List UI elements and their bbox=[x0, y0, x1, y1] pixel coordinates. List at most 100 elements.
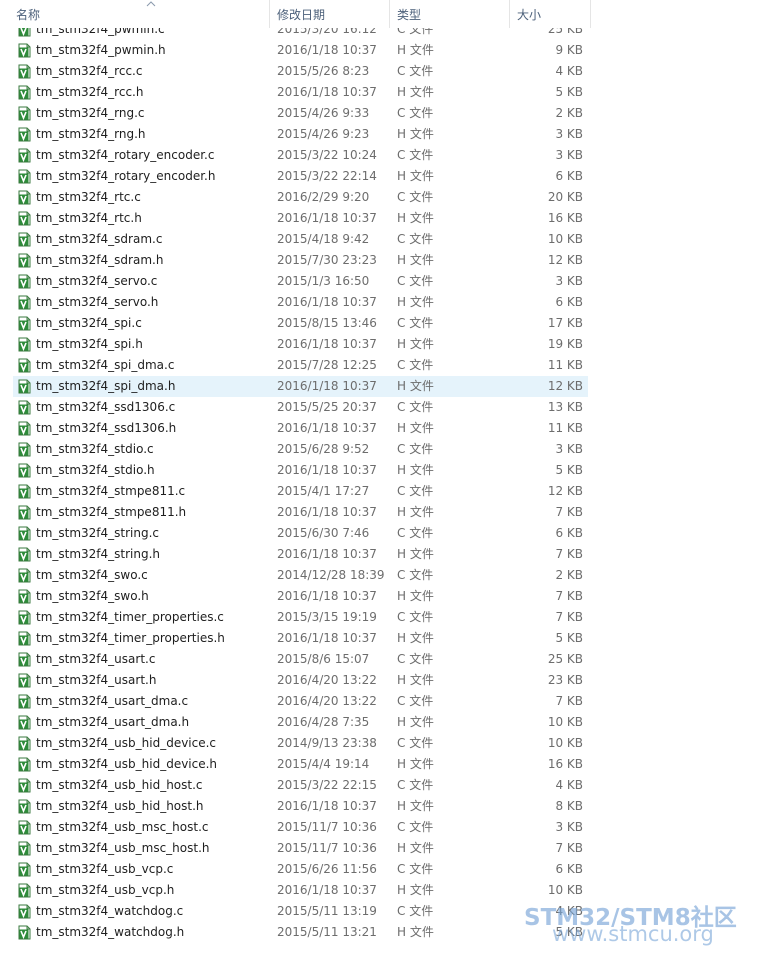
file-name: tm_stm32f4_timer_properties.c bbox=[36, 610, 224, 624]
file-size: 2 KB bbox=[555, 106, 583, 120]
vim-file-icon bbox=[18, 904, 31, 919]
column-header-type[interactable]: 类型 bbox=[392, 0, 510, 28]
file-size: 7 KB bbox=[555, 547, 583, 561]
file-row[interactable]: tm_stm32f4_spi.c 2015/8/15 13:46 C 文件 17 KB bbox=[13, 313, 588, 334]
file-row[interactable]: tm_stm32f4_usb_vcp.c 2015/6/26 11:56 C 文件 6… bbox=[13, 859, 588, 880]
file-type: C 文件 bbox=[397, 232, 434, 246]
vim-file-icon bbox=[18, 589, 31, 604]
vim-file-icon bbox=[18, 64, 31, 79]
file-name: tm_stm32f4_rtc.h bbox=[36, 211, 142, 225]
file-row[interactable]: tm_stm32f4_ssd1306.c 2015/5/25 20:37 C 文件 1… bbox=[13, 397, 588, 418]
file-row[interactable]: tm_stm32f4_ssd1306.h 2016/1/18 10:37 H 文件 1… bbox=[13, 418, 588, 439]
file-row[interactable]: tm_stm32f4_rotary_encoder.c 2015/3/22 10:… bbox=[13, 145, 588, 166]
file-size: 5 KB bbox=[555, 631, 583, 645]
file-row[interactable]: tm_stm32f4_usb_msc_host.c 2015/11/7 10:36… bbox=[13, 817, 588, 838]
file-row[interactable]: tm_stm32f4_string.h 2016/1/18 10:37 H 文件 7 … bbox=[13, 544, 588, 565]
file-row[interactable]: tm_stm32f4_timer_properties.c 2015/3/15 1… bbox=[13, 607, 588, 628]
file-row[interactable]: tm_stm32f4_stdio.h 2016/1/18 10:37 H 文件 5 K… bbox=[13, 460, 588, 481]
file-name: tm_stm32f4_spi.h bbox=[36, 337, 143, 351]
file-name: tm_stm32f4_watchdog.h bbox=[36, 925, 185, 939]
file-row[interactable]: tm_stm32f4_usb_hid_host.h 2016/1/18 10:37… bbox=[13, 796, 588, 817]
file-row[interactable]: tm_stm32f4_watchdog.c 2015/5/11 13:19 C 文件… bbox=[13, 901, 588, 922]
file-size: 17 KB bbox=[547, 316, 583, 330]
column-header-date[interactable]: 修改日期 bbox=[272, 0, 390, 28]
file-size: 7 KB bbox=[555, 589, 583, 603]
vim-file-icon bbox=[18, 442, 31, 457]
file-row[interactable]: tm_stm32f4_sdram.h 2015/7/30 23:23 H 文件 12 … bbox=[13, 250, 588, 271]
file-name: tm_stm32f4_spi.c bbox=[36, 316, 142, 330]
file-list: tm_stm32f4_pwmin.c 2015/3/20 16:12 C 文件 25 … bbox=[0, 0, 761, 958]
file-type: H 文件 bbox=[397, 925, 434, 939]
file-type: C 文件 bbox=[397, 190, 434, 204]
file-row[interactable]: tm_stm32f4_string.c 2015/6/30 7:46 C 文件 6 K… bbox=[13, 523, 588, 544]
file-row[interactable]: tm_stm32f4_usb_msc_host.h 2015/11/7 10:36… bbox=[13, 838, 588, 859]
file-row[interactable]: tm_stm32f4_rng.h 2015/4/26 9:23 H 文件 3 KB bbox=[13, 124, 588, 145]
file-size: 5 KB bbox=[555, 463, 583, 477]
file-type: C 文件 bbox=[397, 442, 434, 456]
column-header-size[interactable]: 大小 bbox=[512, 0, 591, 28]
file-row[interactable]: tm_stm32f4_rotary_encoder.h 2015/3/22 22:… bbox=[13, 166, 588, 187]
file-row[interactable]: tm_stm32f4_rtc.h 2016/1/18 10:37 H 文件 16 KB bbox=[13, 208, 588, 229]
file-row[interactable]: tm_stm32f4_rtc.c 2016/2/29 9:20 C 文件 20 KB bbox=[13, 187, 588, 208]
file-row[interactable]: tm_stm32f4_usart.c 2015/8/6 15:07 C 文件 25 K… bbox=[13, 649, 588, 670]
file-type: H 文件 bbox=[397, 715, 434, 729]
file-name: tm_stm32f4_usb_msc_host.h bbox=[36, 841, 210, 855]
file-name: tm_stm32f4_usb_vcp.c bbox=[36, 862, 174, 876]
file-date: 2015/11/7 10:36 bbox=[277, 820, 377, 834]
vim-file-icon bbox=[18, 43, 31, 58]
file-date: 2015/4/4 19:14 bbox=[277, 757, 370, 771]
file-row[interactable]: tm_stm32f4_usb_hid_device.h 2015/4/4 19:1… bbox=[13, 754, 588, 775]
file-date: 2015/6/30 7:46 bbox=[277, 526, 370, 540]
file-row[interactable]: tm_stm32f4_stmpe811.h 2016/1/18 10:37 H 文件… bbox=[13, 502, 588, 523]
file-row[interactable]: tm_stm32f4_usb_vcp.h 2016/1/18 10:37 H 文件 1… bbox=[13, 880, 588, 901]
vim-file-icon bbox=[18, 925, 31, 940]
file-date: 2015/5/26 8:23 bbox=[277, 64, 370, 78]
file-date: 2014/12/28 18:39 bbox=[277, 568, 385, 582]
file-row[interactable]: tm_stm32f4_usart_dma.c 2016/4/20 13:22 C 文… bbox=[13, 691, 588, 712]
file-row[interactable]: tm_stm32f4_servo.h 2016/1/18 10:37 H 文件 6 K… bbox=[13, 292, 588, 313]
file-row[interactable]: tm_stm32f4_sdram.c 2015/4/18 9:42 C 文件 10 K… bbox=[13, 229, 588, 250]
vim-file-icon bbox=[18, 253, 31, 268]
file-row[interactable]: tm_stm32f4_rng.c 2015/4/26 9:33 C 文件 2 KB bbox=[13, 103, 588, 124]
file-row[interactable]: tm_stm32f4_watchdog.h 2015/5/11 13:21 H 文件… bbox=[13, 922, 588, 943]
column-header-name-label: 名称 bbox=[16, 8, 41, 22]
file-row[interactable]: tm_stm32f4_rcc.h 2016/1/18 10:37 H 文件 5 KB bbox=[13, 82, 588, 103]
column-header-name[interactable]: 名称 bbox=[11, 0, 270, 28]
file-size: 8 KB bbox=[555, 799, 583, 813]
file-row[interactable]: tm_stm32f4_usart_dma.h 2016/4/28 7:35 H 文件… bbox=[13, 712, 588, 733]
file-row[interactable]: tm_stm32f4_spi_dma.h 2016/1/18 10:37 H 文件 1… bbox=[13, 376, 588, 397]
file-date: 2015/7/30 23:23 bbox=[277, 253, 377, 267]
file-row[interactable]: tm_stm32f4_usb_hid_device.c 2014/9/13 23:… bbox=[13, 733, 588, 754]
file-row[interactable]: tm_stm32f4_usart.h 2016/4/20 13:22 H 文件 23 … bbox=[13, 670, 588, 691]
file-name: tm_stm32f4_ssd1306.h bbox=[36, 421, 177, 435]
file-type: H 文件 bbox=[397, 589, 434, 603]
file-name: tm_stm32f4_string.c bbox=[36, 526, 160, 540]
file-size: 20 KB bbox=[547, 190, 583, 204]
file-row[interactable]: tm_stm32f4_usb_hid_host.c 2015/3/22 22:15… bbox=[13, 775, 588, 796]
file-row[interactable]: tm_stm32f4_stmpe811.c 2015/4/1 17:27 C 文件 1… bbox=[13, 481, 588, 502]
file-row[interactable]: tm_stm32f4_stdio.c 2015/6/28 9:52 C 文件 3 KB bbox=[13, 439, 588, 460]
vim-file-icon bbox=[18, 694, 31, 709]
file-name: tm_stm32f4_spi_dma.h bbox=[36, 379, 176, 393]
file-row[interactable]: tm_stm32f4_rcc.c 2015/5/26 8:23 C 文件 4 KB bbox=[13, 61, 588, 82]
file-type: C 文件 bbox=[397, 148, 434, 162]
file-row[interactable]: tm_stm32f4_pwmin.h 2016/1/18 10:37 H 文件 9 K… bbox=[13, 40, 588, 61]
file-row[interactable]: tm_stm32f4_swo.c 2014/12/28 18:39 C 文件 2 KB bbox=[13, 565, 588, 586]
file-size: 6 KB bbox=[555, 862, 583, 876]
file-size: 3 KB bbox=[555, 148, 583, 162]
file-type: H 文件 bbox=[397, 883, 434, 897]
file-row[interactable]: tm_stm32f4_servo.c 2015/1/3 16:50 C 文件 3 KB bbox=[13, 271, 588, 292]
file-date: 2015/3/22 10:24 bbox=[277, 148, 377, 162]
file-row[interactable]: tm_stm32f4_spi.h 2016/1/18 10:37 H 文件 19 KB bbox=[13, 334, 588, 355]
vim-file-icon bbox=[18, 421, 31, 436]
file-date: 2015/7/28 12:25 bbox=[277, 358, 377, 372]
file-date: 2015/4/26 9:33 bbox=[277, 106, 370, 120]
file-row[interactable]: tm_stm32f4_timer_properties.h 2016/1/18 1… bbox=[13, 628, 588, 649]
vim-file-icon bbox=[18, 127, 31, 142]
file-name: tm_stm32f4_stdio.c bbox=[36, 442, 154, 456]
file-date: 2016/1/18 10:37 bbox=[277, 883, 377, 897]
file-name: tm_stm32f4_usart_dma.h bbox=[36, 715, 190, 729]
file-size: 11 KB bbox=[547, 421, 583, 435]
file-row[interactable]: tm_stm32f4_swo.h 2016/1/18 10:37 H 文件 7 KB bbox=[13, 586, 588, 607]
file-row[interactable]: tm_stm32f4_spi_dma.c 2015/7/28 12:25 C 文件 1… bbox=[13, 355, 588, 376]
